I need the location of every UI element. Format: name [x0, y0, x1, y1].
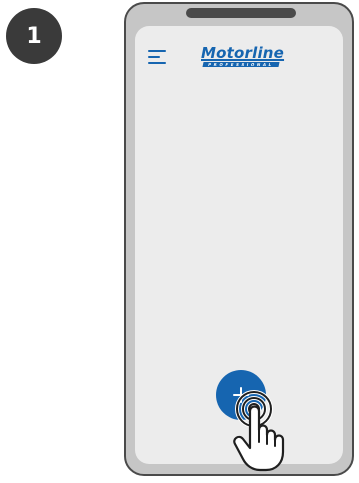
phone-speaker — [186, 8, 296, 18]
logo-tagline: PROFESSIONAL — [202, 62, 280, 67]
step-number-badge: 1 — [6, 8, 62, 64]
tap-hand-icon — [233, 390, 285, 472]
hamburger-menu-icon[interactable] — [148, 49, 166, 65]
motorline-logo: Motorline PROFESSIONAL — [201, 44, 285, 69]
logo-text: Motorline — [201, 44, 285, 62]
